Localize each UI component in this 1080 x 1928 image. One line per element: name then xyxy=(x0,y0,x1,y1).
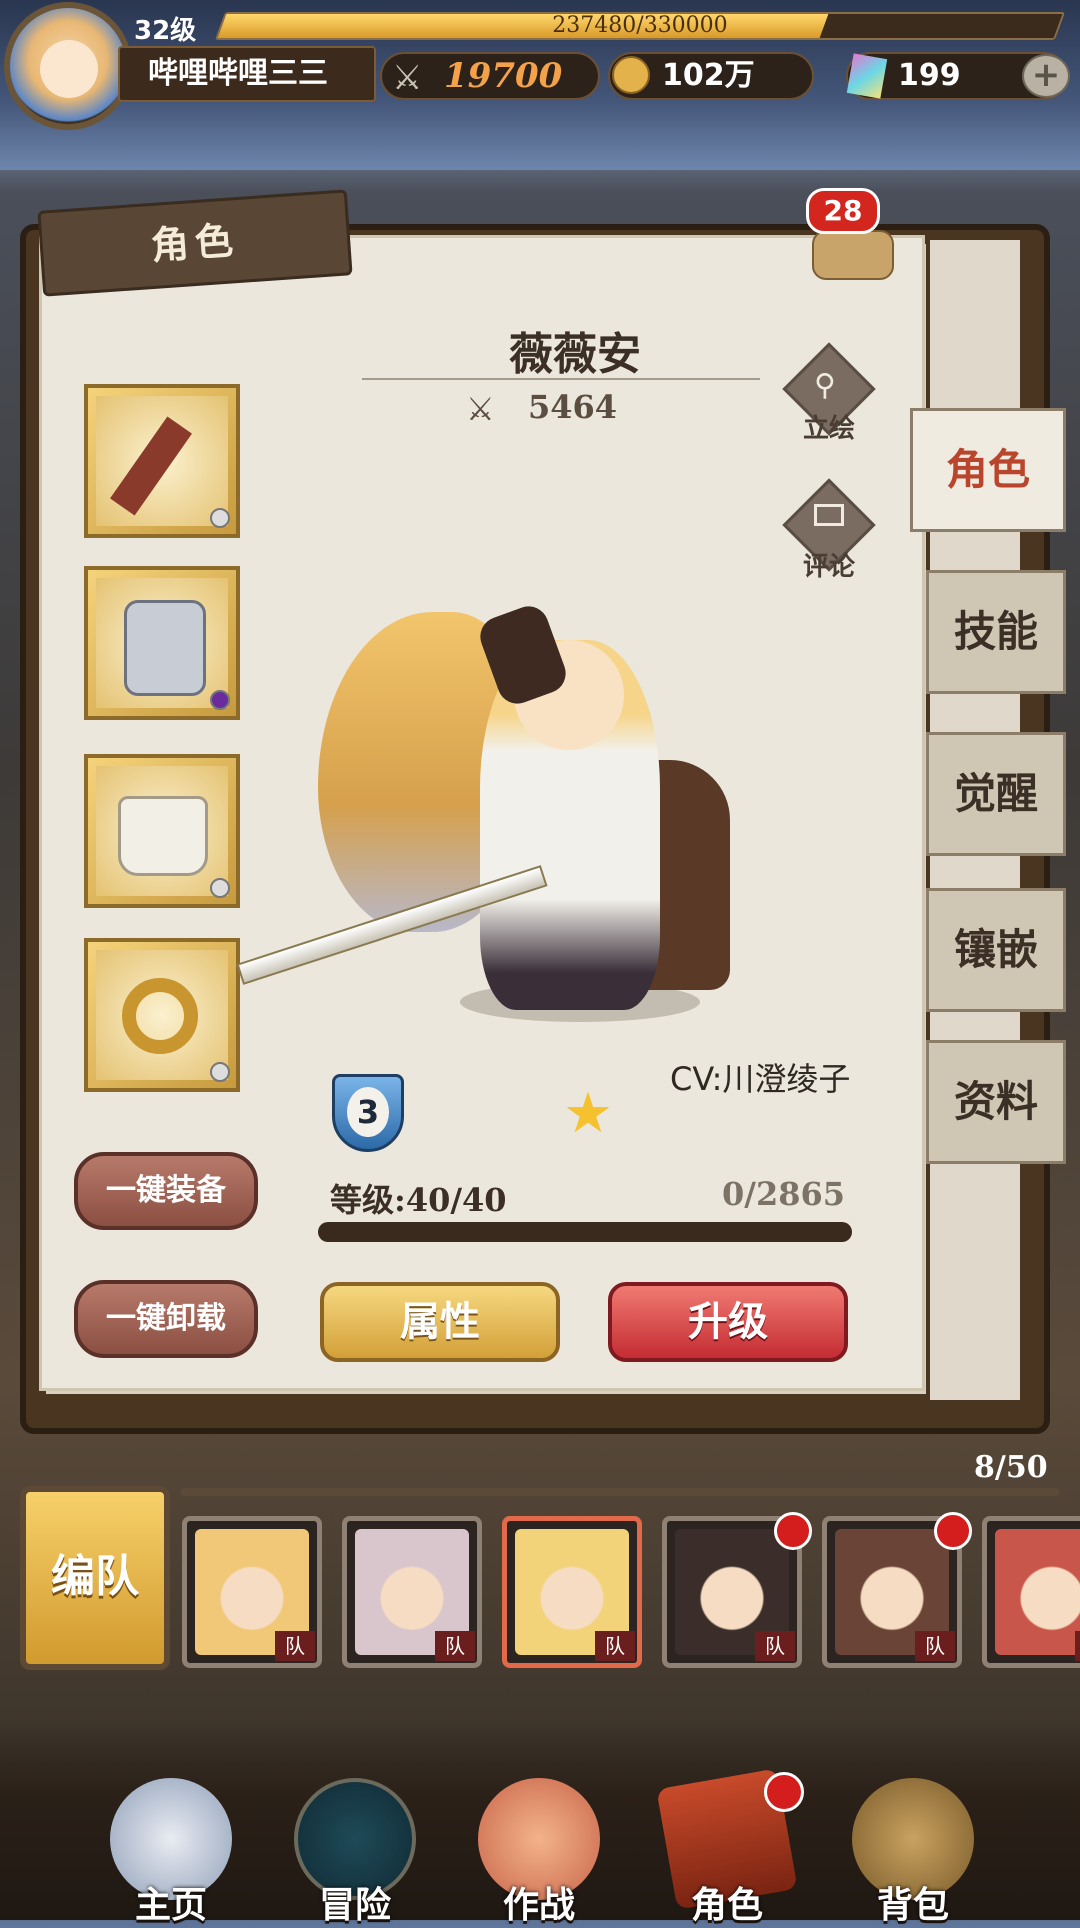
hero-card[interactable]: 队 xyxy=(982,1516,1080,1668)
tab-skills[interactable]: 技能 xyxy=(926,570,1066,694)
character-power: 5464 xyxy=(528,388,618,426)
player-gold: 102万 xyxy=(662,58,755,93)
team-tag: 队 xyxy=(755,1631,795,1661)
nav-home[interactable]: 主页 xyxy=(96,1778,246,1926)
tab-profile[interactable]: 资料 xyxy=(926,1040,1066,1164)
comment-label[interactable]: 评论 xyxy=(784,546,874,583)
star-icon: ★ xyxy=(562,1081,614,1146)
level-text: 等级:40/40 xyxy=(330,1181,507,1219)
attributes-button[interactable]: 属性 xyxy=(320,1282,560,1362)
notification-dot xyxy=(934,1512,972,1550)
nav-adventure-label: 冒险 xyxy=(318,1885,391,1926)
upgrade-button[interactable]: 升级 xyxy=(608,1282,848,1362)
nav-battle-label: 作战 xyxy=(502,1885,575,1926)
rank-shield-icon: 3 xyxy=(332,1074,404,1152)
team-tag: 队 xyxy=(1075,1631,1080,1661)
team-tag: 队 xyxy=(915,1631,955,1661)
team-tag: 队 xyxy=(595,1631,635,1661)
nav-adventure[interactable]: 冒险 xyxy=(280,1778,430,1926)
power-pill: ⚔ 19700 xyxy=(380,52,600,100)
equip-all-button[interactable]: 一键装备 xyxy=(74,1152,258,1230)
character-name: 薇薇安 xyxy=(509,329,641,380)
equip-slot-weapon[interactable] xyxy=(84,384,240,538)
add-gems-button[interactable]: + xyxy=(1022,54,1070,98)
coin-icon xyxy=(612,56,650,94)
nav-bag[interactable]: 背包 xyxy=(838,1778,988,1926)
roster-count: 8/50 xyxy=(974,1450,1048,1485)
gem-icon xyxy=(846,53,888,99)
armor-body xyxy=(124,600,206,696)
nav-character-label: 角色 xyxy=(690,1885,763,1926)
equip-slot-ring[interactable] xyxy=(84,938,240,1092)
boots-body xyxy=(118,796,208,876)
portrait-label[interactable]: 立绘 xyxy=(784,408,874,445)
nav-bag-label: 背包 xyxy=(876,1885,949,1926)
player-exp-text: 237480/330000 xyxy=(552,13,728,38)
equip-quality-dot xyxy=(210,508,230,528)
ring-band xyxy=(122,978,198,1054)
player-name: 哔哩哔哩三三 xyxy=(118,46,376,102)
nav-character[interactable]: 角色 xyxy=(652,1768,804,1926)
team-tag: 队 xyxy=(435,1631,475,1661)
speech-bubble-icon xyxy=(814,504,844,526)
notification-dot xyxy=(764,1772,804,1812)
crossed-swords-icon: ⚔ xyxy=(466,390,495,428)
hero-portrait xyxy=(995,1529,1080,1655)
comment-count-badge: 28 xyxy=(806,188,880,234)
hero-card[interactable]: 队 xyxy=(342,1516,482,1668)
equip-slot-boots[interactable] xyxy=(84,754,240,908)
equip-quality-dot xyxy=(210,878,230,898)
equip-quality-dot xyxy=(210,690,230,710)
tab-character[interactable]: 角色 xyxy=(910,408,1066,532)
nav-battle[interactable]: 作战 xyxy=(464,1778,614,1926)
level-exp-bar xyxy=(318,1222,852,1242)
nav-home-label: 主页 xyxy=(134,1885,207,1926)
equip-slot-armor[interactable] xyxy=(84,566,240,720)
hero-card[interactable]: 队 xyxy=(502,1516,642,1668)
rank-number: 3 xyxy=(347,1087,389,1137)
level-exp-text: 0/2865 xyxy=(722,1175,846,1213)
gold-pill: 102万 xyxy=(608,52,814,100)
hero-card[interactable]: 队 xyxy=(182,1516,322,1668)
tab-inlay[interactable]: 镶嵌 xyxy=(926,888,1066,1012)
name-divider xyxy=(362,378,760,380)
magnifier-icon: ⚲ xyxy=(814,368,836,403)
avatar-face xyxy=(40,40,98,98)
player-power: 19700 xyxy=(444,56,563,96)
crossed-swords-icon: ⚔ xyxy=(392,58,423,98)
equip-quality-dot xyxy=(210,1062,230,1082)
unequip-all-button[interactable]: 一键卸载 xyxy=(74,1280,258,1358)
team-formation-button[interactable]: 编队 xyxy=(20,1486,170,1670)
roster-rail xyxy=(180,1488,1060,1496)
player-gems: 199 xyxy=(898,58,961,93)
player-level: 32级 xyxy=(134,16,197,46)
tab-awaken[interactable]: 觉醒 xyxy=(926,732,1066,856)
chat-icon[interactable] xyxy=(812,230,894,280)
notification-dot xyxy=(774,1512,812,1550)
team-tag: 队 xyxy=(275,1631,315,1661)
voice-actor: CV:川澄绫子 xyxy=(670,1060,851,1098)
